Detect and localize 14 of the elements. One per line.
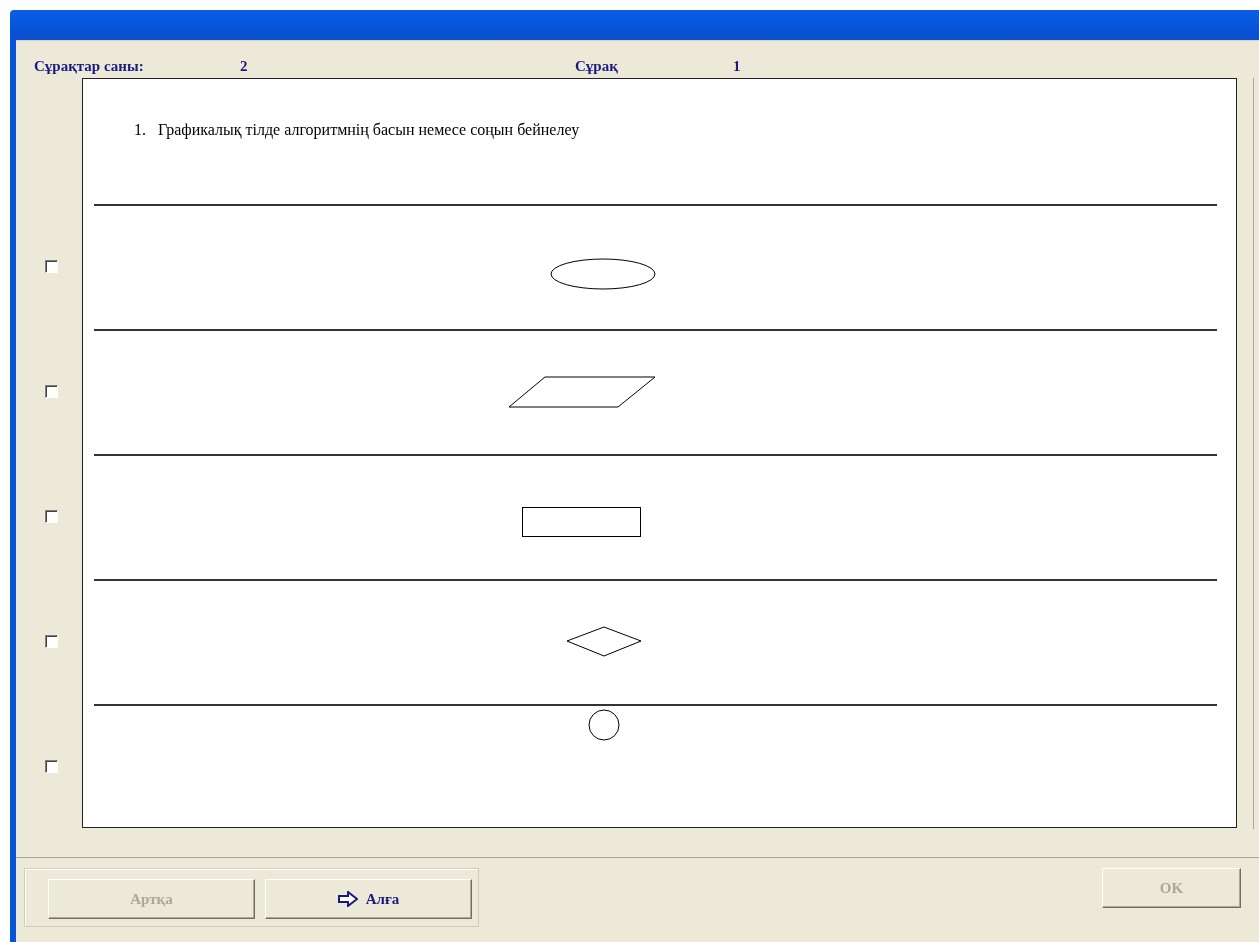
question-label: Сұрақ	[575, 58, 618, 75]
circle-shape	[588, 709, 620, 741]
next-button[interactable]: Алға	[265, 879, 472, 919]
answer-checkbox[interactable]	[45, 510, 58, 523]
question-text: Графикалық тілде алгоритмнің басын немесе соңын бейнелеу	[158, 121, 580, 141]
answer-checkbox[interactable]	[45, 635, 58, 648]
arrow-right-icon	[337, 891, 358, 907]
question-number: 1.	[134, 121, 146, 140]
question-number-value: 1	[733, 58, 741, 75]
answer-checkbox[interactable]	[45, 385, 58, 398]
answer-checkbox[interactable]	[45, 260, 58, 273]
question-count-value: 2	[240, 58, 248, 75]
question-count-label: Сұрақтар саны:	[34, 58, 144, 75]
answer-checkbox[interactable]	[45, 760, 58, 773]
